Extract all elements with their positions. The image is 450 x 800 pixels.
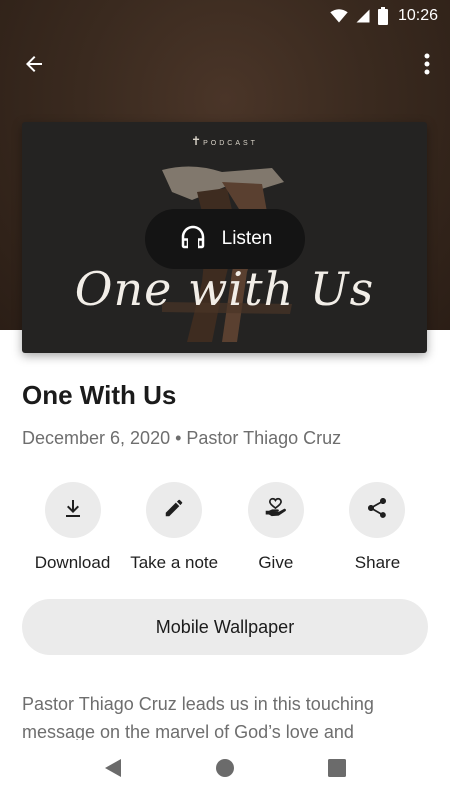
listen-button[interactable]: Listen	[145, 209, 305, 269]
action-row: Download Take a note Give Share	[22, 482, 428, 573]
pencil-icon	[163, 497, 185, 524]
nav-recents-square-icon	[328, 758, 346, 782]
take-note-label: Take a note	[130, 553, 219, 572]
take-note-circle	[146, 482, 203, 538]
system-navigation-bar	[0, 740, 450, 800]
take-note-button[interactable]: Take a note	[124, 482, 225, 573]
give-circle	[247, 482, 304, 538]
mobile-wallpaper-button[interactable]: Mobile Wallpaper	[22, 599, 428, 655]
nav-home-button[interactable]	[207, 752, 243, 788]
give-button[interactable]: Give	[225, 482, 326, 573]
status-bar: 10:26	[0, 0, 450, 32]
share-label: Share	[354, 553, 401, 572]
back-button[interactable]	[14, 46, 54, 86]
share-icon	[365, 496, 389, 525]
nav-back-button[interactable]	[95, 752, 131, 788]
nav-home-circle-icon	[215, 758, 235, 783]
share-circle	[349, 482, 406, 538]
download-circle	[44, 482, 101, 538]
artwork-title: One with Us	[74, 262, 375, 316]
download-button[interactable]: Download	[22, 482, 123, 573]
arrow-back-icon	[22, 52, 46, 81]
cell-signal-icon	[356, 9, 370, 23]
listen-label: Listen	[221, 228, 273, 249]
give-label: Give	[258, 553, 294, 572]
episode-description: Pastor Thiago Cruz leads us in this touc…	[22, 694, 374, 740]
nav-back-triangle-icon	[104, 758, 122, 783]
download-label: Download	[34, 553, 111, 572]
more-options-button[interactable]	[412, 46, 442, 86]
give-heart-hand-icon	[263, 495, 289, 526]
wifi-icon	[330, 9, 348, 23]
artwork-brand: ✝ PODCAST	[191, 134, 258, 148]
episode-meta: December 6, 2020 • Pastor Thiago Cruz	[22, 428, 342, 448]
status-time: 10:26	[397, 7, 438, 24]
episode-title: One With Us	[22, 380, 177, 410]
more-vert-icon	[424, 53, 430, 80]
headphones-icon	[178, 222, 208, 257]
download-icon	[61, 496, 85, 525]
battery-icon	[377, 7, 388, 25]
share-button[interactable]: Share	[327, 482, 428, 573]
nav-recents-button[interactable]	[319, 752, 355, 788]
